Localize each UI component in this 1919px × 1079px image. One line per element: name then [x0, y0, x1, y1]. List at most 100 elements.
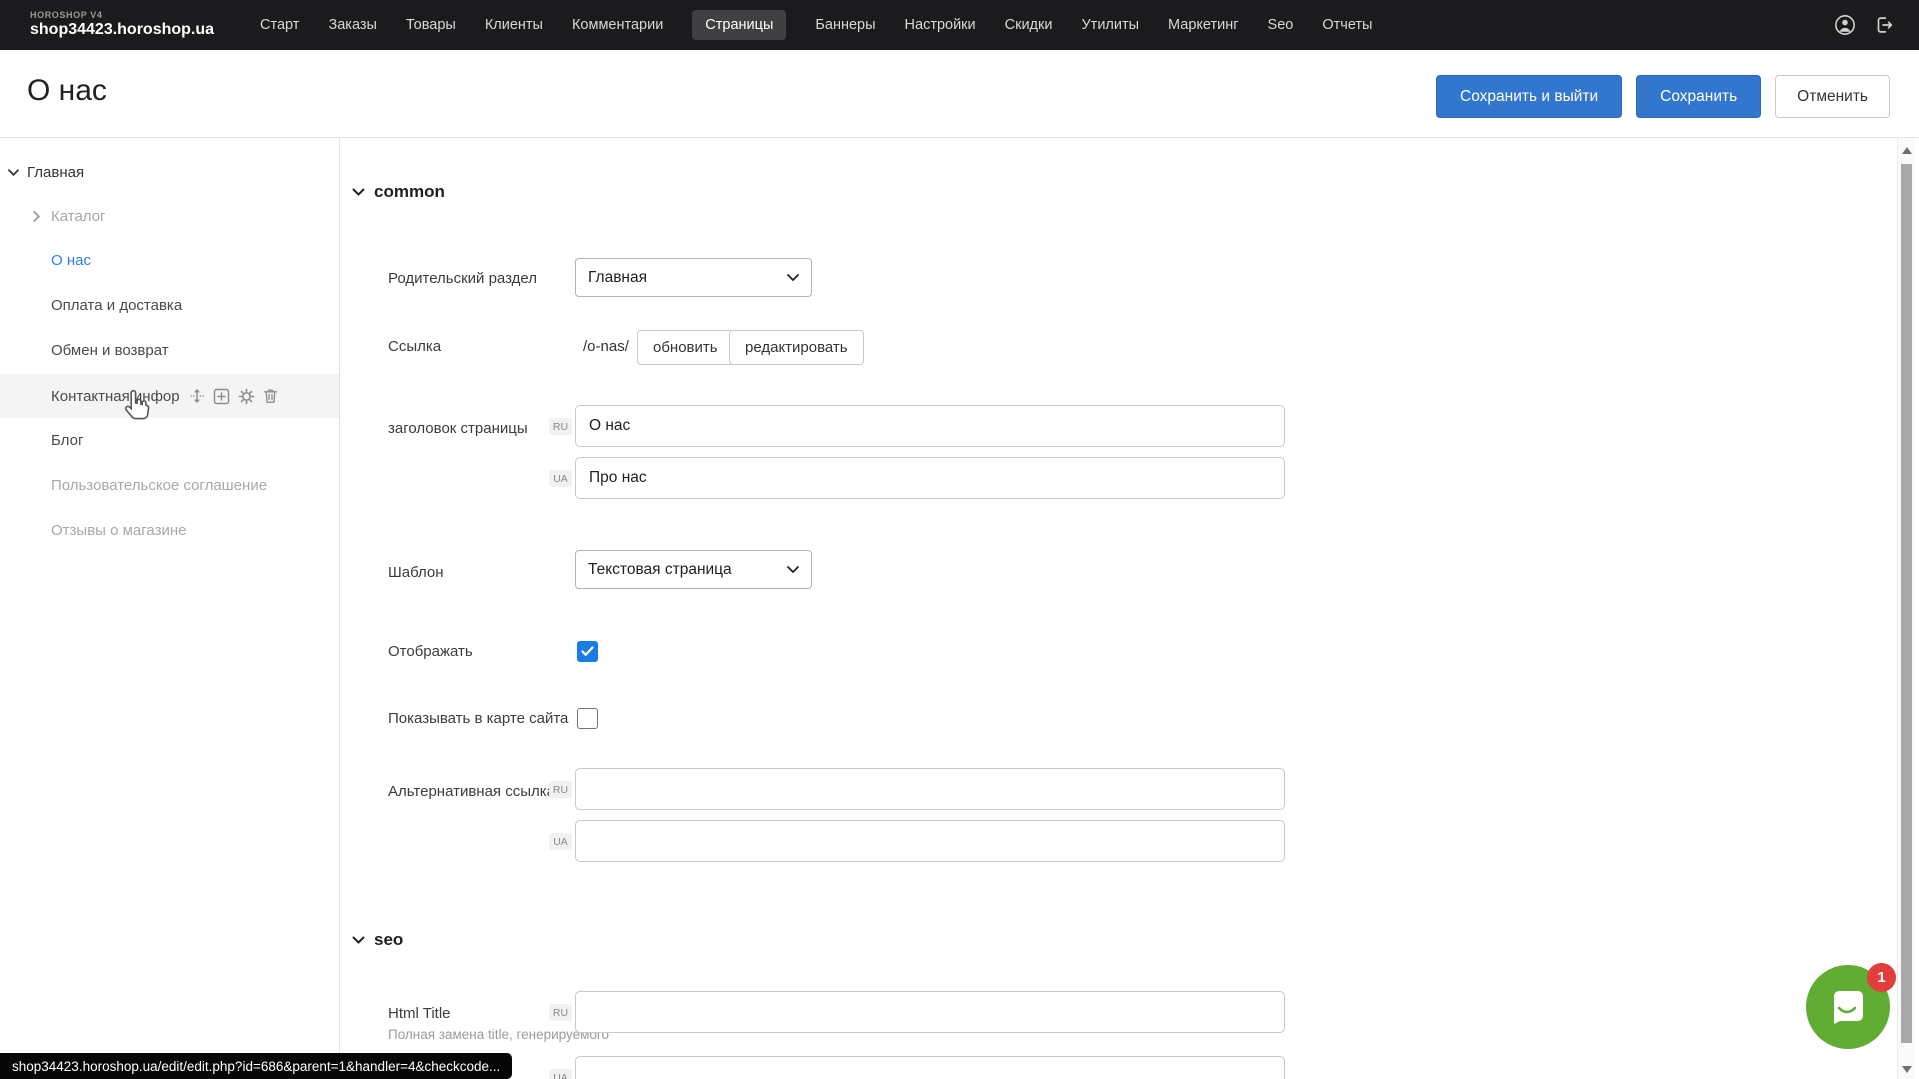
section-header-seo[interactable]: seo — [352, 930, 403, 950]
tree-item-katalog[interactable]: Каталог — [0, 194, 339, 238]
nav-item-marketing[interactable]: Маркетинг — [1168, 10, 1239, 40]
selected-value: Текстовая страница — [588, 561, 732, 579]
nav-item-products[interactable]: Товары — [406, 10, 456, 40]
logo[interactable]: HOROSHOP V4 shop34423.horoshop.ua — [30, 11, 214, 38]
lang-badge-ru: RU — [549, 418, 572, 435]
parent-section-label: Родительский раздел — [388, 270, 537, 287]
page-title: О нас — [27, 74, 107, 108]
tree-item-blog[interactable]: Блог — [0, 418, 339, 462]
html-title-ua-input[interactable] — [575, 1056, 1285, 1079]
nav-item-orders[interactable]: Заказы — [328, 10, 376, 40]
tree-item-label: Отзывы о магазине — [51, 522, 186, 539]
chat-bubble-icon — [1826, 985, 1870, 1029]
display-label: Отображать — [388, 643, 473, 660]
move-icon[interactable] — [189, 388, 205, 404]
nav-item-utilities[interactable]: Утилиты — [1081, 10, 1139, 40]
link-path: /o-nas/ — [583, 338, 629, 355]
tree-item-soglashenie[interactable]: Пользовательское соглашение — [0, 463, 339, 507]
chat-notification-badge: 1 — [1867, 963, 1896, 992]
template-select[interactable]: Текстовая страница — [575, 550, 812, 589]
alt-link-label: Альтернативная ссылка — [388, 783, 555, 800]
lang-badge-ua: UA — [549, 1069, 572, 1079]
vertical-scrollbar[interactable] — [1897, 138, 1914, 1079]
chevron-down-icon — [787, 274, 799, 281]
section-title: seo — [374, 930, 403, 950]
sitemap-label: Показывать в карте сайта — [388, 710, 568, 727]
page-header: О нас Сохранить и выйти Сохранить Отмени… — [0, 50, 1919, 138]
link-edit-button[interactable]: редактировать — [729, 330, 864, 365]
selected-value: Главная — [588, 269, 647, 287]
pages-tree-sidebar: Главная Каталог О нас Оплата и доставка … — [0, 138, 340, 1079]
logout-icon[interactable] — [1873, 14, 1895, 36]
tree-item-kontaktnaya-hovered[interactable]: Контактная инфор — [0, 374, 339, 418]
scrollbar-thumb[interactable] — [1901, 164, 1912, 1043]
template-label: Шаблон — [388, 564, 444, 581]
lang-badge-ru: RU — [549, 781, 572, 798]
lang-badge-ua: UA — [549, 470, 572, 487]
page-title-ua-input[interactable] — [575, 457, 1285, 499]
tree-item-label: Блог — [51, 432, 83, 449]
link-refresh-button[interactable]: обновить — [637, 330, 734, 365]
nav-item-discounts[interactable]: Скидки — [1005, 10, 1053, 40]
tree-item-otzyvy[interactable]: Отзывы о магазине — [0, 508, 339, 552]
chevron-right-icon[interactable] — [33, 211, 40, 222]
check-icon — [581, 646, 594, 657]
tree-item-actions — [189, 388, 278, 405]
logo-version: HOROSHOP V4 — [30, 11, 214, 21]
tree-item-oplata[interactable]: Оплата и доставка — [0, 283, 339, 327]
page-title-label: заголовок страницы — [388, 420, 528, 437]
top-nav: HOROSHOP V4 shop34423.horoshop.ua Старт … — [0, 0, 1919, 50]
tree-item-obmen[interactable]: Обмен и возврат — [0, 328, 339, 372]
nav-item-pages-active[interactable]: Страницы — [692, 10, 786, 40]
header-buttons: Сохранить и выйти Сохранить Отменить — [1436, 75, 1890, 118]
nav-item-seo[interactable]: Seo — [1268, 10, 1294, 40]
nav-item-start[interactable]: Старт — [260, 10, 299, 40]
lang-badge-ua: UA — [549, 833, 572, 850]
nav-right-icons — [1834, 14, 1895, 36]
save-and-exit-button[interactable]: Сохранить и выйти — [1436, 75, 1622, 118]
page-title-ru-input[interactable] — [575, 405, 1285, 447]
tree-item-label: Контактная инфор — [51, 388, 180, 405]
nav-item-banners[interactable]: Баннеры — [815, 10, 875, 40]
save-button[interactable]: Сохранить — [1636, 75, 1761, 118]
nav-item-comments[interactable]: Комментарии — [572, 10, 663, 40]
lang-badge-ru: RU — [549, 1004, 572, 1021]
sitemap-checkbox-unchecked[interactable] — [577, 708, 598, 729]
section-header-common[interactable]: common — [352, 182, 445, 202]
html-title-ru-input[interactable] — [575, 991, 1285, 1033]
page: HOROSHOP V4 shop34423.horoshop.ua Старт … — [0, 0, 1919, 1079]
tree-item-label: О нас — [51, 252, 91, 269]
cancel-button[interactable]: Отменить — [1775, 75, 1890, 118]
tree-item-label: Пользовательское соглашение — [51, 477, 267, 494]
chevron-down-icon — [787, 566, 799, 573]
tree-item-label: Главная — [27, 164, 84, 181]
chevron-down-icon[interactable] — [8, 169, 19, 176]
user-icon[interactable] — [1834, 14, 1856, 36]
nav-menu: Старт Заказы Товары Клиенты Комментарии … — [260, 10, 1372, 40]
settings-icon[interactable] — [238, 388, 255, 405]
nav-item-clients[interactable]: Клиенты — [485, 10, 543, 40]
parent-section-select[interactable]: Главная — [575, 258, 812, 297]
status-url-tooltip: shop34423.horoshop.ua/edit/edit.php?id=6… — [0, 1053, 512, 1079]
tree-item-label: Обмен и возврат — [51, 342, 169, 359]
chevron-down-icon — [352, 936, 365, 944]
page-edit-form: common Родительский раздел Главная Ссылк… — [340, 138, 1897, 1079]
tree-item-o-nas-selected[interactable]: О нас — [0, 238, 339, 282]
delete-icon[interactable] — [263, 388, 278, 404]
alt-link-ru-input[interactable] — [575, 768, 1285, 810]
nav-item-reports[interactable]: Отчеты — [1322, 10, 1372, 40]
chevron-down-icon — [352, 188, 365, 196]
logo-domain: shop34423.horoshop.ua — [30, 21, 214, 39]
scroll-up-arrow-icon[interactable] — [1902, 147, 1912, 154]
tree-item-glavnaya[interactable]: Главная — [0, 150, 339, 194]
section-title: common — [374, 182, 445, 202]
scroll-down-arrow-icon[interactable] — [1902, 1066, 1912, 1073]
tree-item-label: Оплата и доставка — [51, 297, 182, 314]
alt-link-ua-input[interactable] — [575, 820, 1285, 862]
html-title-label: Html Title — [388, 1005, 451, 1022]
tree-item-label: Каталог — [51, 208, 106, 225]
add-icon[interactable] — [213, 388, 230, 405]
nav-item-settings[interactable]: Настройки — [905, 10, 976, 40]
link-label: Ссылка — [388, 338, 441, 355]
display-checkbox-checked[interactable] — [577, 641, 598, 662]
